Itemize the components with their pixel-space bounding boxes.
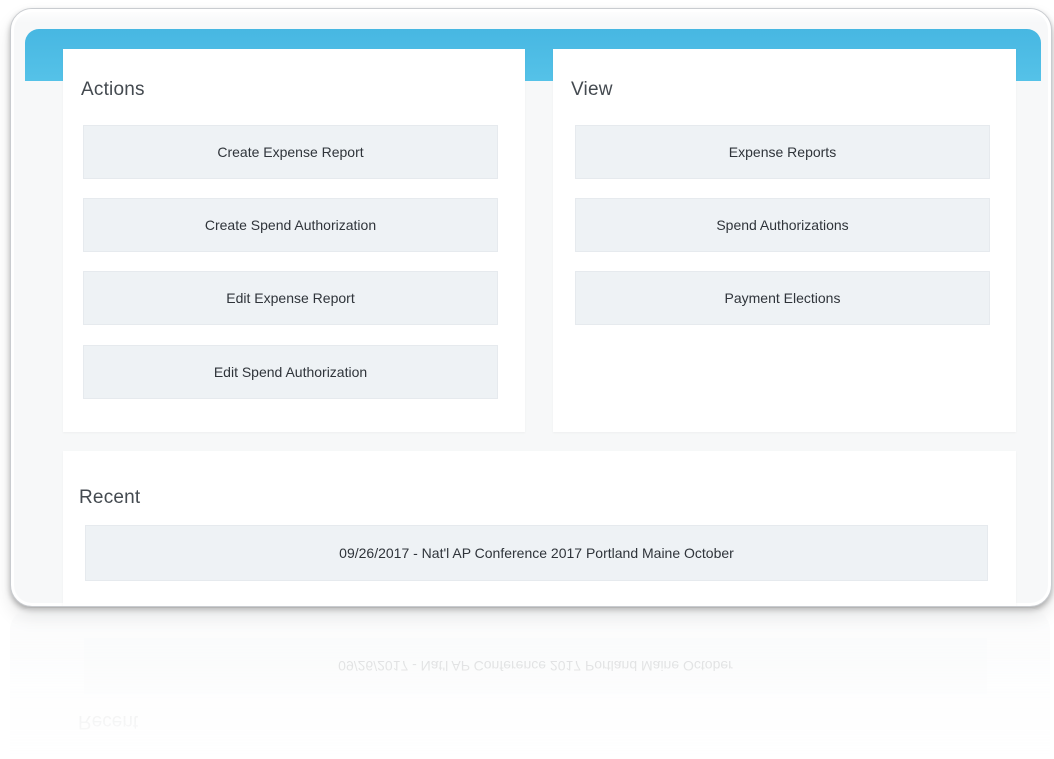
view-card: View Expense Reports Spend Authorization…	[553, 49, 1016, 432]
create-spend-authorization-button[interactable]: Create Spend Authorization	[83, 198, 498, 252]
reflection-content: Recent 09/26/2017 - Nat'l AP Conference …	[10, 608, 1050, 759]
mirror-reflection: Recent 09/26/2017 - Nat'l AP Conference …	[10, 608, 1050, 759]
create-expense-report-button[interactable]: Create Expense Report	[83, 125, 498, 179]
expense-worklet: Actions Create Expense Report Create Spe…	[0, 0, 1054, 759]
spend-authorizations-button[interactable]: Spend Authorizations	[575, 198, 990, 252]
recent-card: Recent 09/26/2017 - Nat'l AP Conference …	[63, 451, 1016, 606]
reflection-recent-title: Recent	[78, 711, 139, 732]
recent-title: Recent	[79, 487, 141, 508]
edit-spend-authorization-button[interactable]: Edit Spend Authorization	[83, 345, 498, 399]
reflection-recent-item: 09/26/2017 - Nat'l AP Conference 2017 Po…	[84, 638, 987, 694]
actions-title: Actions	[81, 79, 145, 100]
edit-expense-report-button[interactable]: Edit Expense Report	[83, 271, 498, 325]
actions-card: Actions Create Expense Report Create Spe…	[63, 49, 525, 432]
view-title: View	[571, 79, 613, 100]
payment-elections-button[interactable]: Payment Elections	[575, 271, 990, 325]
window-frame: Actions Create Expense Report Create Spe…	[10, 8, 1052, 607]
frame-gloss	[11, 9, 1051, 23]
recent-item-button[interactable]: 09/26/2017 - Nat'l AP Conference 2017 Po…	[85, 525, 988, 581]
expense-reports-button[interactable]: Expense Reports	[575, 125, 990, 179]
